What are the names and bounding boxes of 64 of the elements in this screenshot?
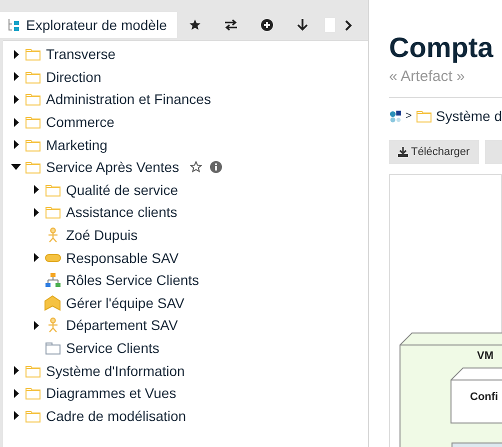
- tree-item[interactable]: Administration et Finances: [46, 91, 211, 108]
- breadcrumb-separator: >: [405, 110, 412, 122]
- caret-right-icon[interactable]: [34, 320, 38, 330]
- tree-item[interactable]: Gérer l'équipe SAV: [66, 294, 184, 311]
- package-icon: [44, 341, 60, 356]
- caret-right-icon[interactable]: [14, 94, 18, 104]
- node-label: VM: [477, 350, 494, 362]
- info-icon[interactable]: [210, 161, 222, 174]
- download-icon: [398, 147, 408, 157]
- folder-icon: [416, 109, 432, 123]
- folder-icon: [24, 364, 40, 378]
- rounded-bar-icon: [44, 252, 60, 263]
- tree-item[interactable]: Transverse: [46, 46, 116, 62]
- chevron-shape-icon: [44, 294, 61, 311]
- swap-arrows-icon: [224, 19, 238, 31]
- down-arrow-icon: [297, 19, 308, 31]
- download-button[interactable]: Télécharger: [389, 140, 479, 164]
- plus-circle-icon: [260, 19, 273, 31]
- explorer-tab[interactable]: Explorateur de modèle: [0, 12, 177, 38]
- node-label: Confi: [470, 391, 498, 403]
- tree-structure-icon: [8, 18, 20, 32]
- page-title: Compta: [389, 31, 494, 65]
- caret-right-icon[interactable]: [14, 140, 18, 150]
- tree-item[interactable]: Rôles Service Clients: [66, 272, 200, 288]
- caret-down-icon[interactable]: [11, 164, 21, 170]
- tree-item[interactable]: Marketing: [46, 136, 108, 153]
- breadcrumb-link[interactable]: Système d: [436, 108, 502, 124]
- caret-right-icon[interactable]: [34, 208, 38, 217]
- star-outline-icon[interactable]: [190, 161, 202, 174]
- folder-icon: [24, 160, 40, 174]
- chevron-right-icon: [345, 20, 352, 30]
- caret-right-icon[interactable]: [14, 50, 18, 59]
- tree-item[interactable]: Responsable SAV: [66, 250, 179, 266]
- tree-item[interactable]: Département SAV: [66, 317, 178, 334]
- tree-item[interactable]: Service Après Ventes: [46, 159, 180, 176]
- folder-icon: [24, 386, 40, 400]
- folder-icon: [24, 408, 40, 423]
- tree-item[interactable]: Qualité de service: [66, 182, 178, 198]
- tree-item[interactable]: Cadre de modélisation: [46, 408, 186, 424]
- tree-item[interactable]: Zoé Dupuis: [66, 227, 138, 244]
- logo-icon: [389, 110, 402, 122]
- hierarchy-icon: [44, 272, 60, 288]
- caret-right-icon[interactable]: [34, 185, 38, 194]
- caret-right-icon[interactable]: [14, 366, 18, 376]
- caret-right-icon[interactable]: [34, 253, 38, 262]
- caret-right-icon[interactable]: [14, 72, 18, 82]
- star-icon: [188, 19, 201, 31]
- folder-icon: [44, 182, 60, 197]
- folder-icon: [24, 138, 40, 152]
- folder-icon: [24, 70, 40, 84]
- tree-item[interactable]: Système d'Information: [46, 362, 185, 379]
- tree-item[interactable]: Assistance clients: [66, 204, 178, 220]
- caret-right-icon[interactable]: [14, 118, 18, 127]
- caret-right-icon[interactable]: [14, 388, 18, 398]
- tree-item[interactable]: Direction: [46, 68, 102, 85]
- folder-icon: [24, 115, 40, 130]
- tree-item[interactable]: Diagrammes et Vues: [46, 385, 176, 402]
- caret-right-icon[interactable]: [14, 411, 18, 420]
- stereotype-label: « Artefact »: [389, 68, 465, 85]
- folder-icon: [44, 205, 60, 220]
- tree-item[interactable]: Service Clients: [66, 340, 160, 356]
- tree-item[interactable]: Commerce: [46, 114, 114, 130]
- folder-icon: [24, 47, 40, 62]
- folder-icon: [24, 92, 40, 106]
